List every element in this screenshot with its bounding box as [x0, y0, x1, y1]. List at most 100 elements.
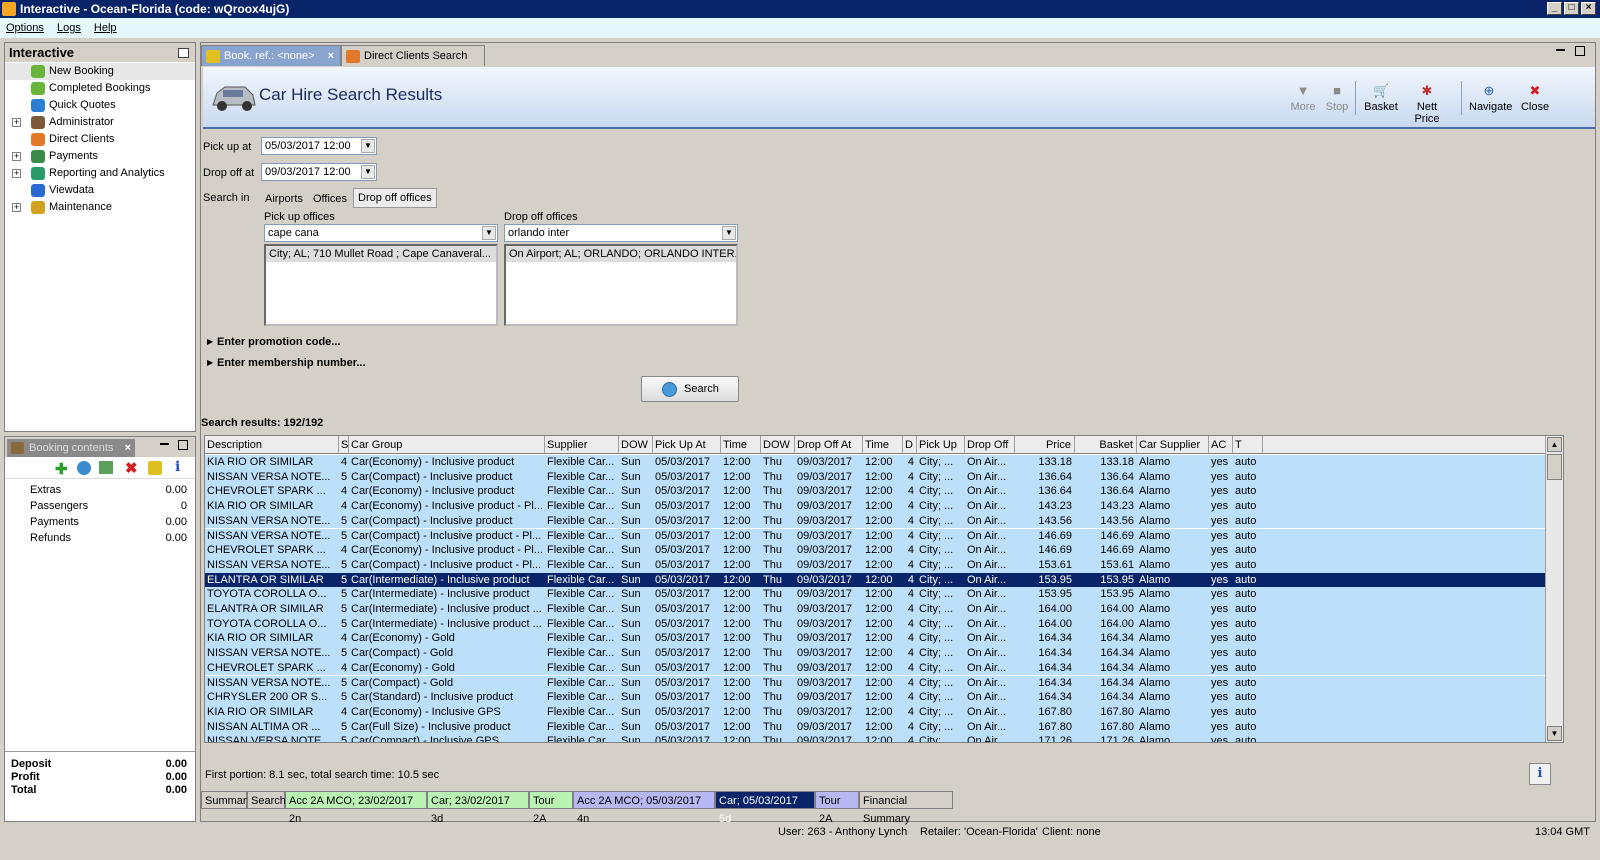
itinerary-tab[interactable]: Search: [247, 791, 286, 809]
column-header[interactable]: DOW: [619, 436, 653, 454]
column-header[interactable]: Pick Up: [917, 436, 965, 454]
column-header[interactable]: Description: [205, 436, 339, 454]
chevron-down-icon[interactable]: ▼: [482, 226, 496, 240]
column-header[interactable]: Pick Up At: [653, 436, 721, 454]
table-row[interactable]: KIA RIO OR SIMILAR 4 Car(Economy) - Inclus…: [205, 704, 1545, 720]
menu-options[interactable]: Options: [6, 18, 44, 38]
menu-help[interactable]: Help: [94, 18, 117, 38]
column-header[interactable]: Supplier: [545, 436, 619, 454]
column-header[interactable]: Drop Off At: [795, 436, 863, 454]
expand-icon[interactable]: +: [12, 169, 21, 178]
dropoff-offices-list[interactable]: On Airport; AL; ORLANDO; ORLANDO INTER..…: [504, 244, 738, 326]
nav-item[interactable]: + Reporting and Analytics: [5, 165, 195, 182]
scroll-up-icon[interactable]: ▲: [1547, 437, 1562, 452]
pickup-offices-input[interactable]: cape cana ▼: [264, 224, 498, 242]
menu-logs[interactable]: Logs: [57, 18, 81, 38]
expand-icon[interactable]: +: [12, 203, 21, 212]
maximize-panel-icon[interactable]: [178, 440, 188, 450]
membership-number-link[interactable]: Enter membership number...: [217, 357, 366, 369]
promotion-code-link[interactable]: Enter promotion code...: [217, 336, 340, 348]
chevron-down-icon[interactable]: ▼: [361, 139, 375, 153]
delete-icon[interactable]: ✖: [125, 459, 138, 477]
searchin-offices[interactable]: Offices: [313, 193, 347, 205]
nett-price-button[interactable]: ✱ Nett Price: [1407, 83, 1447, 125]
table-row[interactable]: NISSAN VERSA NOTE... 5 Car(Compact) - Gold…: [205, 675, 1545, 691]
basket-button[interactable]: 🛒 Basket: [1361, 83, 1401, 113]
column-header[interactable]: Time: [863, 436, 903, 454]
itinerary-tab[interactable]: Financial Summary: [859, 791, 953, 825]
searchin-airports[interactable]: Airports: [265, 193, 303, 205]
tab-booking-ref[interactable]: Book. ref.: <none> ×: [201, 45, 341, 66]
maximize-button[interactable]: □: [1564, 2, 1579, 15]
table-row[interactable]: KIA RIO OR SIMILAR 4 Car(Economy) - Inclus…: [205, 455, 1545, 470]
pickup-offices-list[interactable]: City; AL; 710 Mullet Road ; Cape Canaver…: [264, 244, 498, 326]
table-row[interactable]: TOYOTA COROLLA O... 5 Car(Intermediate) - …: [205, 616, 1545, 632]
table-row[interactable]: KIA RIO OR SIMILAR 4 Car(Economy) - Gold Fl…: [205, 631, 1545, 647]
table-row[interactable]: NISSAN VERSA NOTE... 5 Car(Compact) - Incl…: [205, 557, 1545, 573]
add-icon[interactable]: ✚: [55, 460, 68, 478]
table-row[interactable]: CHEVROLET SPARK ... 4 Car(Economy) - Inclu…: [205, 484, 1545, 500]
column-header[interactable]: Car Group: [349, 436, 545, 454]
nav-item[interactable]: New Booking: [5, 63, 195, 80]
chevron-down-icon[interactable]: ▼: [722, 226, 736, 240]
table-row[interactable]: CHEVROLET SPARK ... 4 Car(Economy) - Inclu…: [205, 543, 1545, 558]
nav-item[interactable]: Completed Bookings: [5, 80, 195, 97]
table-row[interactable]: NISSAN VERSA NOTE... 5 Car(Compact) - Incl…: [205, 528, 1545, 544]
nav-item[interactable]: + Payments: [5, 148, 195, 165]
table-row[interactable]: ELANTRA OR SIMILAR 5 Car(Intermediate) - I…: [205, 572, 1545, 588]
pickup-office-item[interactable]: City; AL; 710 Mullet Road ; Cape Canaver…: [266, 246, 496, 262]
table-row[interactable]: CHEVROLET SPARK ... 4 Car(Economy) - Gold F…: [205, 660, 1545, 676]
itinerary-tab[interactable]: Tour 2A: [815, 791, 859, 825]
stop-button[interactable]: ■ Stop: [1317, 83, 1357, 113]
searchin-dropoff-offices[interactable]: Drop off offices: [353, 188, 437, 208]
close-tab-icon[interactable]: ×: [328, 46, 334, 67]
palm-icon[interactable]: [148, 461, 162, 475]
dropoff-offices-input[interactable]: orlando inter ▼: [504, 224, 738, 242]
column-header[interactable]: S: [339, 436, 349, 454]
navigate-button[interactable]: ⊕ Navigate: [1469, 83, 1512, 113]
tab-direct-clients-search[interactable]: Direct Clients Search: [341, 45, 485, 66]
dropoff-office-item[interactable]: On Airport; AL; ORLANDO; ORLANDO INTER..…: [506, 246, 736, 262]
column-header[interactable]: DOW: [761, 436, 795, 454]
itinerary-tab[interactable]: Tour 2A: [529, 791, 573, 825]
close-window-button[interactable]: ×: [1581, 2, 1596, 15]
itinerary-tab[interactable]: Car; 23/02/2017 3d: [427, 791, 529, 825]
nav-item[interactable]: Direct Clients: [5, 131, 195, 148]
itinerary-tab[interactable]: Summary: [201, 791, 252, 809]
column-header[interactable]: Time: [721, 436, 761, 454]
table-row[interactable]: KIA RIO OR SIMILAR 4 Car(Economy) - Inclus…: [205, 499, 1545, 514]
refresh-icon[interactable]: [77, 461, 91, 475]
itinerary-tab[interactable]: Acc 2A MCO; 23/02/2017 2n: [285, 791, 427, 825]
table-row[interactable]: CHRYSLER 200 OR S... 5 Car(Standard) - Inc…: [205, 690, 1545, 705]
nav-item[interactable]: Viewdata: [5, 182, 195, 199]
chevron-down-icon[interactable]: ▼: [361, 165, 375, 179]
minimize-panel-icon[interactable]: [1556, 49, 1565, 51]
maximize-panel-icon[interactable]: [1575, 46, 1585, 56]
column-header[interactable]: T: [1233, 436, 1263, 454]
column-header[interactable]: Drop Off: [965, 436, 1015, 454]
table-row[interactable]: NISSAN VERSA NOTE... 5 Car(Compact) - Gold…: [205, 646, 1545, 661]
minimize-panel-icon[interactable]: [160, 443, 169, 445]
table-row[interactable]: TOYOTA COROLLA O... 5 Car(Intermediate) - …: [205, 587, 1545, 602]
table-row[interactable]: NISSAN VERSA NOTE... 5 Car(Compact) - Incl…: [205, 734, 1545, 742]
dropoff-datetime-field[interactable]: 09/03/2017 12:00 ▼: [261, 163, 377, 181]
column-header[interactable]: AC: [1209, 436, 1233, 454]
booking-contents-tab[interactable]: Booking contents ×: [7, 439, 135, 457]
basket-add-icon[interactable]: [99, 461, 113, 474]
table-row[interactable]: ELANTRA OR SIMILAR 5 Car(Intermediate) - I…: [205, 602, 1545, 617]
scroll-thumb[interactable]: [1547, 454, 1562, 480]
pickup-datetime-field[interactable]: 05/03/2017 12:00 ▼: [261, 137, 377, 155]
results-scrollbar[interactable]: ▲ ▼: [1545, 436, 1563, 742]
column-header[interactable]: Price: [1015, 436, 1075, 454]
expand-icon[interactable]: +: [12, 152, 21, 161]
column-header[interactable]: Basket: [1075, 436, 1137, 454]
close-tab-icon[interactable]: ×: [125, 439, 131, 457]
nav-item[interactable]: + Administrator: [5, 114, 195, 131]
table-row[interactable]: NISSAN VERSA NOTE... 5 Car(Compact) - Incl…: [205, 469, 1545, 485]
table-row[interactable]: NISSAN VERSA NOTE... 5 Car(Compact) - Incl…: [205, 513, 1545, 529]
nav-item[interactable]: + Maintenance: [5, 199, 195, 216]
expand-icon[interactable]: +: [12, 118, 21, 127]
itinerary-tab[interactable]: Acc 2A MCO; 05/03/2017 4n: [573, 791, 715, 825]
itinerary-tab[interactable]: Car; 05/03/2017 5d: [715, 791, 815, 825]
close-button[interactable]: ✖ Close: [1515, 83, 1555, 113]
